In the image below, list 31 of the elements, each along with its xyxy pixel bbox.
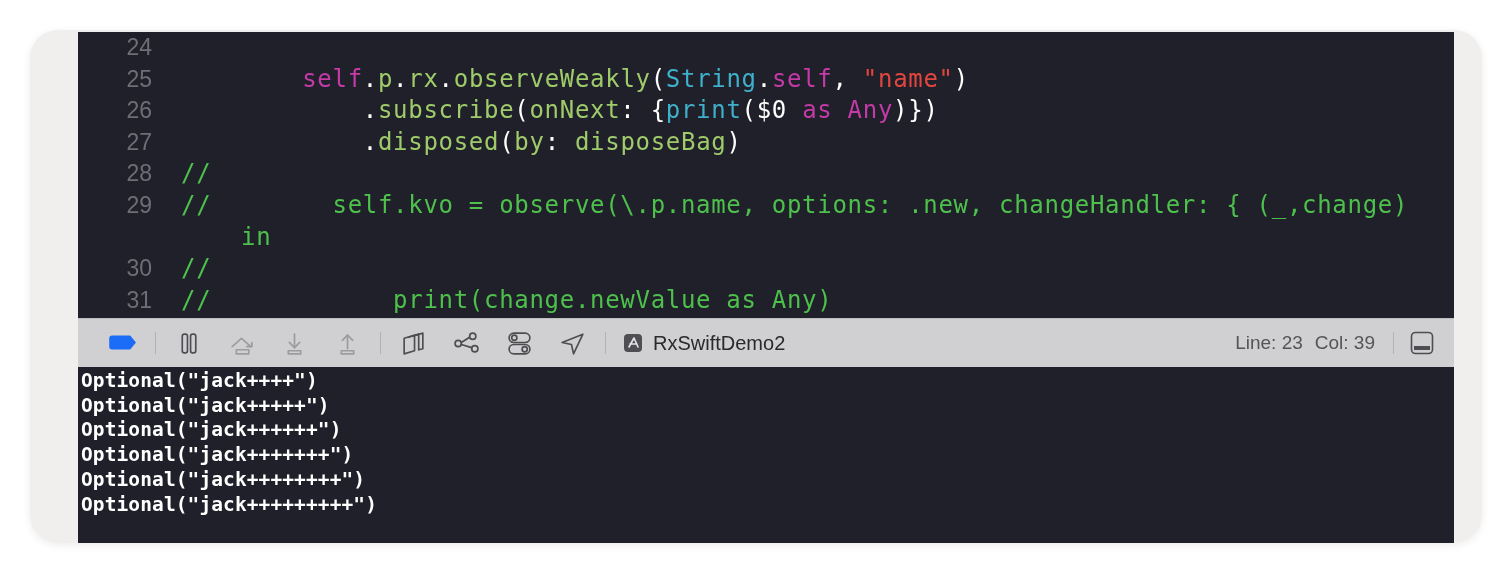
console-output-line: Optional("jack+++++++++"): [81, 492, 378, 518]
layers-icon[interactable]: [400, 331, 427, 355]
toggles-icon[interactable]: [506, 331, 533, 355]
code-line: //: [181, 253, 212, 285]
line-number: 26: [125, 96, 153, 126]
line-number: 28: [125, 159, 153, 189]
console-output-line: Optional("jack+++++"): [81, 393, 331, 419]
console-output-line: Optional("jack+++++++"): [81, 443, 355, 468]
line-number: 24: [125, 33, 153, 62]
console-output-line: Optional("jack++++"): [81, 369, 319, 394]
location-arrow-icon[interactable]: [559, 331, 586, 355]
code-line: self.p.rx.observeWeakly(String.self, "name"): [301, 63, 969, 95]
panel-toggle-icon[interactable]: [1410, 331, 1434, 355]
code-line: //: [181, 158, 212, 190]
line-number: 25: [125, 64, 153, 94]
code-line: .subscribe(onNext: {print($0 as Any)}): [361, 95, 939, 127]
app-icon: [622, 332, 644, 354]
line-number: 27: [125, 127, 153, 157]
code-line: .disposed(by: disposeBag): [361, 126, 742, 158]
code-line: // self.kvo = observe(\.p.name, options: .new, changeHandler: { (_,change): [181, 189, 1409, 221]
line-number: 30: [125, 254, 153, 284]
console-output-line: Optional("jack++++++++"): [81, 467, 367, 493]
scheme-button[interactable]: RxSwiftDemo2: [622, 331, 786, 355]
code-line: in: [240, 221, 272, 253]
console-output-line: Optional("jack++++++"): [81, 418, 343, 444]
line-indicator: Line: 23: [1235, 332, 1303, 354]
line-number: 29: [125, 190, 153, 220]
code-line: // print(change.newValue as Any): [181, 284, 833, 316]
line-number: 31: [125, 285, 153, 315]
column-indicator: Col: 39: [1314, 332, 1375, 354]
graph-icon[interactable]: [453, 331, 480, 355]
